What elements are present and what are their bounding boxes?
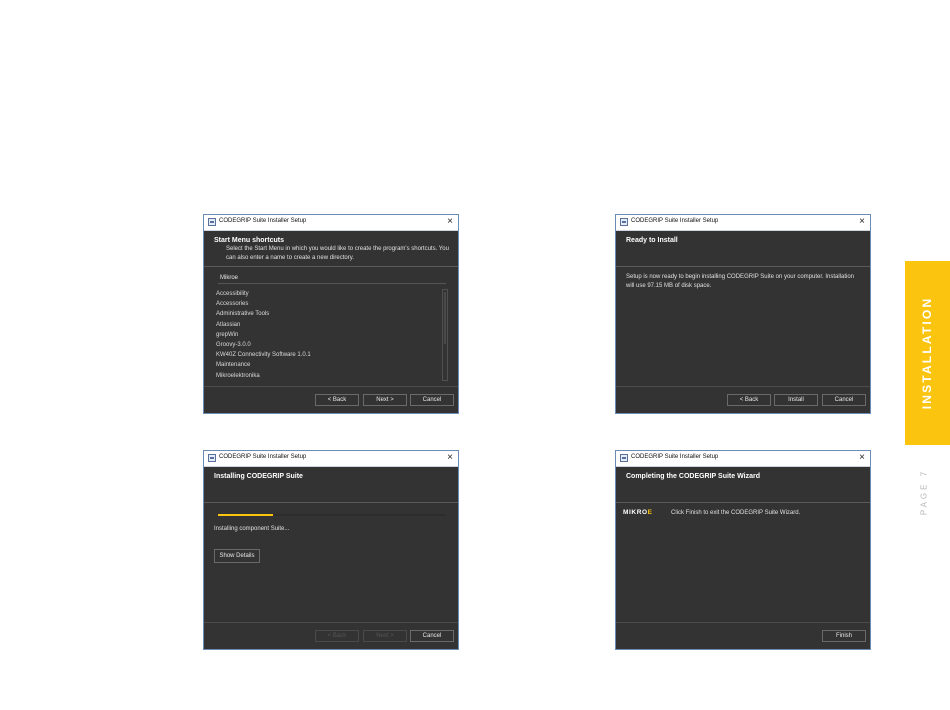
page-number: PAGE 7 xyxy=(919,468,929,516)
wizard-footer: < Back Next > Cancel xyxy=(204,622,458,649)
wizard-header: Start Menu shortcuts Select the Start Me… xyxy=(204,231,458,267)
install-button[interactable]: Install xyxy=(774,394,818,406)
scrollbar-thumb[interactable] xyxy=(444,292,446,344)
close-icon[interactable]: × xyxy=(447,216,453,228)
window-title: CODEGRIP Suite Installer Setup xyxy=(219,454,307,460)
wizard-heading: Ready to Install xyxy=(626,237,678,244)
folder-list-item[interactable]: Administrative Tools xyxy=(216,309,438,319)
folder-list-item[interactable]: KW40Z Connectivity Software 1.0.1 xyxy=(216,350,438,360)
install-status: Installing component Suite... xyxy=(214,526,290,532)
wizard-heading: Completing the CODEGRIP Suite Wizard xyxy=(626,473,760,480)
back-button[interactable]: < Back xyxy=(315,630,359,642)
window-title: CODEGRIP Suite Installer Setup xyxy=(631,218,719,224)
wizard-heading: Installing CODEGRIP Suite xyxy=(214,473,303,480)
install-progress-bar xyxy=(218,514,446,516)
back-button[interactable]: < Back xyxy=(315,394,359,406)
close-icon[interactable]: × xyxy=(447,452,453,464)
finish-message: Click Finish to exit the CODEGRIP Suite … xyxy=(671,510,801,516)
folder-list-item[interactable]: grepWin xyxy=(216,330,438,340)
install-progress-fill xyxy=(218,514,273,516)
next-button[interactable]: Next > xyxy=(363,630,407,642)
folder-list-item[interactable]: Accessories xyxy=(216,299,438,309)
installer-window-start-menu: CODEGRIP Suite Installer Setup × Start M… xyxy=(203,214,459,414)
wizard-header: Ready to Install xyxy=(616,231,870,267)
wizard-subheading: Select the Start Menu in which you would… xyxy=(226,246,449,261)
mikroe-logo-text: MIKRO xyxy=(623,509,648,516)
wizard-footer: < Back Install Cancel xyxy=(616,386,870,413)
wizard-footer: Finish xyxy=(616,622,870,649)
installer-app-icon xyxy=(208,218,216,226)
wizard-footer: < Back Next > Cancel xyxy=(204,386,458,413)
folder-list-item[interactable]: Groovy-3.0.0 xyxy=(216,340,438,350)
wizard-header: Installing CODEGRIP Suite xyxy=(204,467,458,503)
window-title: CODEGRIP Suite Installer Setup xyxy=(219,218,307,224)
mikroe-logo-accent: E xyxy=(647,509,653,516)
wizard-heading: Start Menu shortcuts xyxy=(214,237,285,244)
cancel-button[interactable]: Cancel xyxy=(410,394,454,406)
folder-list-item[interactable]: Maintenance xyxy=(216,360,438,370)
installer-app-icon xyxy=(620,454,628,462)
section-tab-label: INSTALLATION xyxy=(920,296,934,410)
title-bar: CODEGRIP Suite Installer Setup × xyxy=(204,451,458,467)
folder-list-item[interactable]: Mikroelektronika xyxy=(216,371,438,381)
folder-list-scrollbar[interactable] xyxy=(442,289,448,381)
back-button[interactable]: < Back xyxy=(727,394,771,406)
next-button[interactable]: Next > xyxy=(363,394,407,406)
start-menu-folder-list[interactable]: Accessibility Accessories Administrative… xyxy=(216,289,438,379)
installer-window-ready: CODEGRIP Suite Installer Setup × Ready t… xyxy=(615,214,871,414)
wizard-header: Completing the CODEGRIP Suite Wizard xyxy=(616,467,870,503)
ready-message: Setup is now ready to begin installing C… xyxy=(626,274,855,289)
title-bar: CODEGRIP Suite Installer Setup × xyxy=(616,451,870,467)
start-menu-folder-input[interactable]: Mikroe xyxy=(218,273,446,284)
folder-list-item[interactable]: Accessibility xyxy=(216,289,438,299)
show-details-button[interactable]: Show Details xyxy=(214,549,260,563)
finish-button[interactable]: Finish xyxy=(822,630,866,642)
installer-window-completing: CODEGRIP Suite Installer Setup × Complet… xyxy=(615,450,871,650)
mikroe-logo: MIKROE xyxy=(623,509,653,516)
close-icon[interactable]: × xyxy=(859,452,865,464)
installer-window-installing: CODEGRIP Suite Installer Setup × Install… xyxy=(203,450,459,650)
section-tab: INSTALLATION xyxy=(905,261,950,445)
installer-app-icon xyxy=(620,218,628,226)
folder-list-item[interactable]: Atlassian xyxy=(216,320,438,330)
installer-app-icon xyxy=(208,454,216,462)
title-bar: CODEGRIP Suite Installer Setup × xyxy=(204,215,458,231)
window-title: CODEGRIP Suite Installer Setup xyxy=(631,454,719,460)
cancel-button[interactable]: Cancel xyxy=(822,394,866,406)
cancel-button[interactable]: Cancel xyxy=(410,630,454,642)
close-icon[interactable]: × xyxy=(859,216,865,228)
title-bar: CODEGRIP Suite Installer Setup × xyxy=(616,215,870,231)
